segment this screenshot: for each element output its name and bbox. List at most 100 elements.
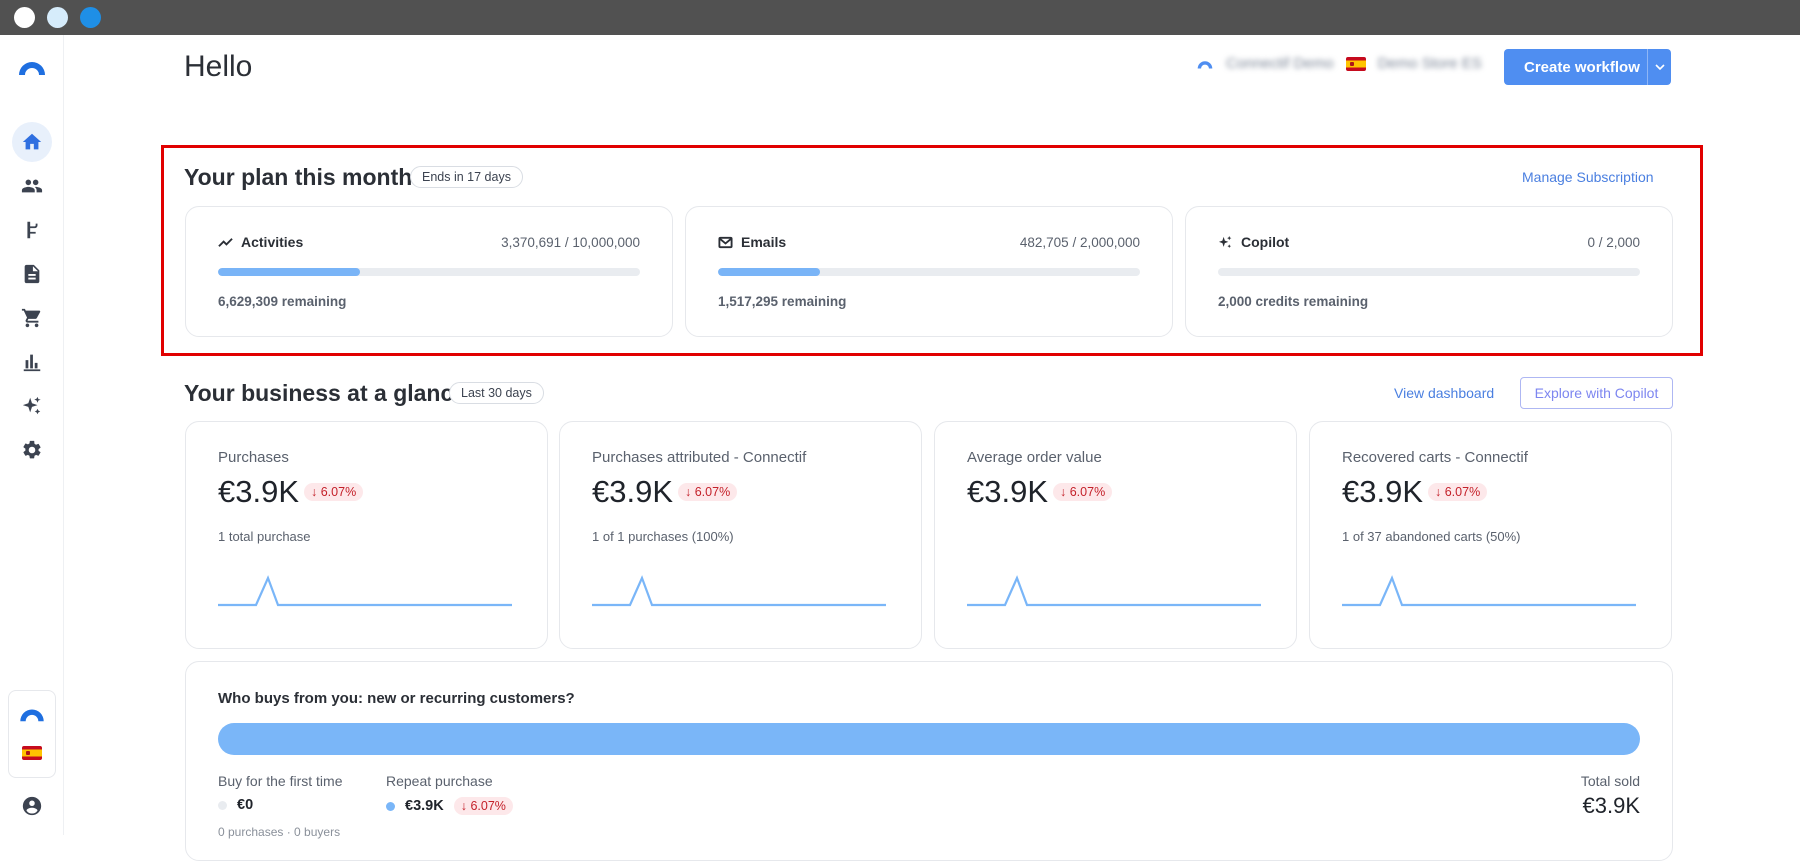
- metric-value: €3.9K: [1342, 474, 1424, 509]
- buyers-split-bar: [218, 723, 1640, 755]
- metric-title: Purchases: [218, 449, 289, 466]
- business-period-badge: Last 30 days: [449, 382, 544, 404]
- metric-change-value: 6.07%: [694, 485, 731, 499]
- plan-card-copilot: Copilot 0 / 2,000 2,000 credits remainin…: [1185, 206, 1673, 337]
- sparkle-icon: [22, 396, 41, 415]
- metric-card-purchases: Purchases €3.9K ↓ 6.07% 1 total purchase: [185, 421, 548, 649]
- mail-icon: [718, 236, 733, 248]
- user-icon: [22, 796, 42, 816]
- repeat-change-value: 6.07%: [470, 799, 506, 813]
- plan-card-usage: 3,370,691 / 10,000,000: [501, 235, 640, 250]
- metric-sparkline: [967, 575, 1261, 607]
- plan-card-label: Copilot: [1241, 234, 1290, 250]
- metric-subtitle: 1 of 37 abandoned carts (50%): [1342, 529, 1521, 544]
- account-switcher[interactable]: [8, 690, 56, 778]
- home-icon: [22, 133, 42, 150]
- store-flag-icon: [1345, 56, 1366, 71]
- window-titlebar: [0, 0, 1800, 35]
- metric-value: €3.9K: [967, 474, 1049, 509]
- account-logo-icon: [1197, 60, 1213, 68]
- document-icon: [24, 264, 40, 284]
- down-arrow-icon: ↓: [1060, 485, 1067, 499]
- down-arrow-icon: ↓: [460, 799, 467, 813]
- repeat-purchase-value: €3.9K: [405, 798, 444, 814]
- first-time-legend-dot: [218, 800, 227, 810]
- plan-card-remaining: 1,517,295 remaining: [718, 294, 847, 309]
- plan-section-title: Your plan this month: [184, 164, 413, 190]
- view-dashboard-link[interactable]: View dashboard: [1394, 385, 1494, 401]
- page-title: Hello: [184, 50, 253, 83]
- plan-card-label: Activities: [241, 234, 304, 250]
- sidebar-item-profile[interactable]: [12, 786, 52, 826]
- window-minimize-button[interactable]: [47, 7, 68, 28]
- down-arrow-icon: ↓: [311, 485, 318, 499]
- metric-sparkline: [1342, 575, 1636, 607]
- sidebar-item-copilot[interactable]: [12, 386, 52, 426]
- account-store-selector[interactable]: Connectif Demo Demo Store ES: [1196, 55, 1482, 72]
- metric-card-recovered-carts: Recovered carts - Connectif €3.9K ↓ 6.07…: [1309, 421, 1672, 649]
- metric-change-value: 6.07%: [320, 485, 357, 499]
- first-time-label: Buy for the first time: [218, 773, 343, 789]
- manage-subscription-link[interactable]: Manage Subscription: [1522, 169, 1654, 185]
- metric-change-value: 6.07%: [1069, 485, 1106, 499]
- repeat-legend-dot: [386, 801, 395, 811]
- usage-progress-fill: [218, 268, 361, 276]
- usage-progress-bar: [718, 268, 1140, 276]
- down-arrow-icon: ↓: [1435, 485, 1442, 499]
- business-section-title: Your business at a glance: [184, 380, 467, 406]
- connectif-logo-icon[interactable]: [16, 57, 48, 77]
- create-workflow-dropdown-button[interactable]: [1647, 49, 1671, 85]
- store-flag-icon: [22, 746, 42, 760]
- buyers-card-title: Who buys from you: new or recurring cust…: [218, 690, 575, 707]
- explore-with-copilot-button[interactable]: Explore with Copilot: [1520, 377, 1673, 409]
- buyers-breakdown-card: Who buys from you: new or recurring cust…: [185, 661, 1673, 861]
- chevron-down-icon: [1654, 64, 1665, 70]
- repeat-purchase-value-row: €3.9K ↓ 6.07%: [386, 797, 513, 815]
- sidebar-item-store[interactable]: [12, 298, 52, 338]
- metric-change-badge: ↓ 6.07%: [1053, 483, 1113, 501]
- cart-icon: [21, 308, 41, 328]
- first-time-value: €0: [237, 797, 254, 813]
- metric-card-average-order-value: Average order value €3.9K ↓ 6.07%: [934, 421, 1297, 649]
- metric-sparkline: [218, 575, 512, 607]
- total-sold-label: Total sold: [1580, 773, 1640, 789]
- sidebar: [0, 35, 64, 835]
- account-logo-icon: [20, 709, 44, 722]
- sidebar-item-workflows[interactable]: [12, 210, 52, 250]
- create-workflow-button-group: Create workflow: [1504, 49, 1671, 85]
- metric-title: Recovered carts - Connectif: [1342, 449, 1528, 466]
- total-sold-value: €3.9K: [1582, 793, 1641, 818]
- sparkle-icon: [1218, 235, 1232, 248]
- create-workflow-button[interactable]: Create workflow: [1504, 49, 1647, 85]
- trend-icon: [218, 237, 233, 247]
- sidebar-item-content[interactable]: [12, 254, 52, 294]
- down-arrow-icon: ↓: [685, 485, 692, 499]
- plan-card-label: Emails: [741, 234, 787, 250]
- plan-card-remaining: 6,629,309 remaining: [218, 294, 347, 309]
- plan-card-activities: Activities 3,370,691 / 10,000,000 6,629,…: [185, 206, 673, 337]
- account-name: Connectif Demo: [1226, 55, 1334, 72]
- metric-change-value: 6.07%: [1444, 485, 1481, 499]
- metric-change-badge: ↓ 6.07%: [304, 483, 364, 501]
- plan-card-usage: 0 / 2,000: [1587, 235, 1640, 250]
- sidebar-item-settings[interactable]: [12, 430, 52, 470]
- metric-subtitle: 1 total purchase: [218, 529, 311, 544]
- sidebar-item-reports[interactable]: [12, 342, 52, 382]
- usage-progress-bar: [218, 268, 640, 276]
- sidebar-item-home[interactable]: [12, 122, 52, 162]
- metric-change-badge: ↓ 6.07%: [1428, 483, 1488, 501]
- sidebar-item-contacts[interactable]: [12, 166, 52, 206]
- window-maximize-button[interactable]: [80, 7, 101, 28]
- workflow-icon: [27, 221, 38, 239]
- repeat-change-badge: ↓ 6.07%: [453, 797, 513, 815]
- plan-period-badge: Ends in 17 days: [410, 166, 523, 188]
- plan-card-usage: 482,705 / 2,000,000: [1019, 235, 1140, 250]
- window-close-button[interactable]: [14, 7, 35, 28]
- metric-value: €3.9K: [592, 474, 674, 509]
- gear-icon: [23, 440, 41, 459]
- first-time-value-row: €0: [218, 797, 253, 813]
- bar-chart-icon: [23, 354, 41, 372]
- metric-change-badge: ↓ 6.07%: [678, 483, 738, 501]
- metric-sparkline: [592, 575, 886, 607]
- metric-title: Purchases attributed - Connectif: [592, 449, 807, 466]
